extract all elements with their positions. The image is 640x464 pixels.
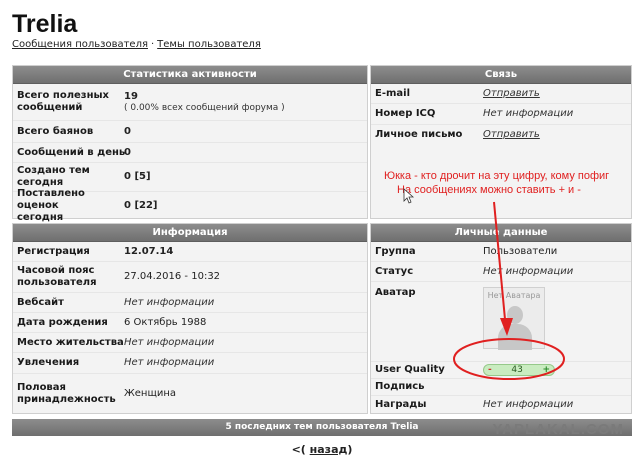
stat-value: 19 [124,91,138,102]
personal-panel-header: Личные данные [371,224,631,242]
stat-label: Создано тем сегодня [17,165,90,188]
info-value: 27.04.2016 - 10:32 [124,271,221,282]
stat-value: 0 [22] [124,199,158,211]
info-label: Регистрация [17,245,90,257]
send-email-link[interactable]: Отправить [483,88,540,99]
send-pm-link[interactable]: Отправить [483,129,540,140]
avatar-head-icon [507,306,523,324]
profile-page: Trelia Сообщения пользователя · Темы польз… [0,0,640,464]
personal-label: User Quality [375,364,445,375]
personal-label: Статус [375,265,414,277]
user-posts-link[interactable]: Сообщения пользователя [12,39,148,50]
personal-row-avatar: Аватар Нет Аватара [371,282,631,362]
stat-label: Сообщений в день [17,146,126,158]
watermark-logo: YAPLAKAL.COM [492,421,624,438]
stat-label: Всего баянов [17,125,94,137]
contact-panel-header: Связь [371,66,631,84]
stat-row-per-day: Сообщений в день 0 [13,143,367,163]
annotation-line-1: Юкка - кто дрочит на эту цифру, кому поф… [384,170,610,182]
user-quality-value: 43 [511,365,523,375]
info-label: Увлечения [17,357,80,368]
avatar: Нет Аватара [483,287,545,350]
user-quality-rating: - 43 + [483,364,555,376]
stat-row-ratings-today: Поставлено оценок сегодня 0 [22] [13,188,367,223]
info-row-location: Место жительства Нет информации [13,333,367,353]
info-label: Дата рождения [17,316,108,328]
info-value: 12.07.14 [124,245,174,257]
pager: <( назад) [12,440,632,460]
rate-plus-button[interactable]: + [542,365,550,375]
info-value: 6 Октябрь 1988 [124,316,207,328]
info-label: Половая принадлежность [17,382,116,405]
contact-label: Номер ICQ [375,108,436,119]
stat-value: 0 [124,146,131,158]
personal-row-signature: Подпись [371,379,631,396]
recent-topics-label: 5 последних тем пользователя Trelia [225,422,419,432]
annotation-line-2: На сообщениях можно ставить + и - [397,184,581,196]
info-label: Вебсайт [17,296,64,308]
contact-label: Личное письмо [375,129,463,140]
info-row-gender: Половая принадлежность Женщина [13,374,367,414]
pager-prev-bracket: <( [291,443,306,456]
stat-value: 0 [5] [124,171,151,182]
info-value: Нет информации [124,357,215,368]
info-panel: Информация Регистрация 12.07.14 Часовой … [12,223,368,414]
contact-label: E-mail [375,87,411,99]
avatar-caption: Нет Аватара [487,291,541,300]
stat-subvalue: ( 0.00% всех сообщений форума ) [124,103,285,113]
info-value: Женщина [124,388,177,399]
personal-row-user-quality: User Quality - 43 + [371,362,631,379]
info-row-timezone: Часовой пояс пользователя 27.04.2016 - 1… [13,262,367,293]
page-title: Trelia [12,10,78,38]
stat-value: 0 [124,125,131,137]
personal-panel: Личные данные Группа Пользователи Статус… [370,223,632,414]
info-value: Нет информации [124,296,215,308]
stat-label: Поставлено оценок сегодня [17,187,85,223]
personal-row-status: Статус Нет информации [371,262,631,282]
back-link[interactable]: назад [310,443,348,456]
stat-row-posts: Всего полезных сообщений 19 ( 0.00% всех… [13,84,367,121]
personal-label: Подпись [375,381,425,392]
breadcrumb: Сообщения пользователя · Темы пользователя [12,39,261,50]
avatar-body-icon [498,324,532,350]
breadcrumb-separator: · [150,39,155,50]
info-row-birthday: Дата рождения 6 Октябрь 1988 [13,313,367,333]
info-row-registration: Регистрация 12.07.14 [13,242,367,262]
contact-row-email: E-mail Отправить [371,84,631,104]
info-row-hobbies: Увлечения Нет информации [13,353,367,374]
info-label: Часовой пояс пользователя [17,265,97,288]
personal-value: Нет информации [483,265,574,277]
personal-row-group: Группа Пользователи [371,242,631,262]
personal-row-awards: Награды Нет информации [371,396,631,414]
info-value: Нет информации [124,336,215,348]
personal-label: Аватар [375,287,416,298]
info-label: Место жительства [17,336,124,348]
rate-minus-button[interactable]: - [488,365,492,375]
user-topics-link[interactable]: Темы пользователя [157,39,261,50]
stat-label: Всего полезных сообщений [17,90,110,113]
info-panel-header: Информация [13,224,367,242]
personal-value: Нет информации [483,399,574,410]
contact-value: Нет информации [483,108,574,119]
personal-label: Награды [375,399,427,410]
personal-value: Пользователи [483,245,558,257]
contact-row-icq: Номер ICQ Нет информации [371,104,631,125]
pager-close-bracket: ) [347,443,353,456]
activity-panel: Статистика активности Всего полезных соо… [12,65,368,223]
activity-panel-header: Статистика активности [13,66,367,84]
personal-label: Группа [375,245,416,257]
stat-row-bayans: Всего баянов 0 [13,121,367,143]
info-row-website: Вебсайт Нет информации [13,293,367,313]
